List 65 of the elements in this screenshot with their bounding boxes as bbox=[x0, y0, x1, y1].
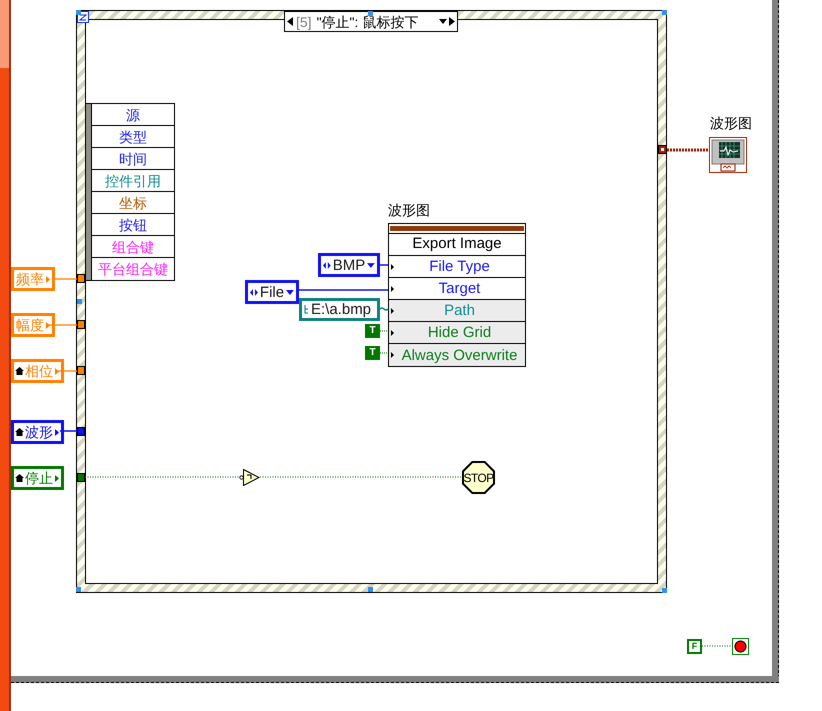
increment-arrows-icon bbox=[250, 288, 258, 296]
case-selector[interactable]: [5] "停止": 鼠标按下 bbox=[284, 11, 458, 32]
graph-label: 波形图 bbox=[710, 116, 752, 130]
case-index: [5] bbox=[296, 14, 312, 28]
event-data-field: 类型 bbox=[92, 126, 174, 148]
input-arrow-icon bbox=[391, 352, 394, 358]
arrow-icon bbox=[55, 368, 59, 374]
property-node[interactable]: Export Image File Type Target Path Hide Grid Always Overwrite bbox=[388, 223, 526, 367]
tunnel bbox=[658, 145, 667, 154]
arrow-icon bbox=[55, 474, 59, 482]
path-constant[interactable]: E:\a.bmp bbox=[299, 298, 380, 321]
selection-handle[interactable] bbox=[662, 10, 667, 15]
waveform-graph-icon[interactable] bbox=[709, 137, 747, 173]
event-data-field: 组合键 bbox=[92, 236, 174, 258]
left-arrow-icon[interactable] bbox=[287, 17, 293, 26]
input-arrow-icon bbox=[391, 308, 394, 314]
arrow-icon bbox=[46, 276, 50, 282]
property-name[interactable]: Target bbox=[394, 281, 525, 296]
tunnel bbox=[77, 320, 85, 329]
right-arrow-icon[interactable] bbox=[449, 17, 455, 26]
tunnel bbox=[77, 473, 85, 482]
selection-handle[interactable] bbox=[662, 588, 667, 593]
caret-icon bbox=[286, 290, 294, 294]
arrow-icon bbox=[46, 322, 50, 328]
tunnel bbox=[77, 366, 85, 375]
case-label: "停止": 鼠标按下 bbox=[316, 14, 418, 28]
selection-handle[interactable] bbox=[77, 299, 82, 304]
graph-label: 波形图 bbox=[388, 203, 430, 217]
selection-handle[interactable] bbox=[76, 587, 81, 592]
stop-condition-icon[interactable] bbox=[732, 638, 749, 655]
event-data-field: 控件引用 bbox=[92, 170, 174, 192]
caret-icon[interactable] bbox=[439, 19, 447, 24]
path-icon bbox=[304, 305, 309, 314]
wire bbox=[380, 264, 388, 266]
home-icon bbox=[15, 474, 24, 482]
ring-constant[interactable]: File bbox=[245, 280, 299, 304]
increment-arrows-icon bbox=[323, 262, 331, 268]
ring-constant[interactable]: BMP bbox=[318, 253, 380, 277]
boolean-constant[interactable]: T bbox=[365, 324, 380, 338]
boolean-constant[interactable]: T bbox=[365, 346, 380, 360]
wire bbox=[60, 430, 77, 432]
home-icon bbox=[15, 428, 24, 436]
event-data-field: 时间 bbox=[92, 148, 174, 170]
tunnel bbox=[77, 427, 85, 436]
event-data-field: 平台组合键 bbox=[92, 258, 174, 280]
boolean-constant[interactable]: F bbox=[687, 639, 702, 654]
property-name[interactable]: File Type bbox=[394, 259, 525, 274]
control-terminal[interactable]: 停止 bbox=[11, 466, 64, 490]
input-arrow-icon bbox=[391, 286, 394, 292]
arrow-icon bbox=[55, 428, 59, 436]
wire bbox=[380, 307, 388, 311]
input-arrow-icon bbox=[391, 330, 394, 336]
input-arrow-icon bbox=[391, 264, 394, 270]
wire bbox=[667, 148, 710, 152]
not-function-icon[interactable] bbox=[239, 469, 260, 486]
selection-handle[interactable] bbox=[368, 587, 373, 592]
control-terminal[interactable]: 波形 bbox=[11, 420, 64, 444]
event-data-field: 按钮 bbox=[92, 214, 174, 236]
selection-handle[interactable] bbox=[368, 11, 373, 16]
event-data-field: 源 bbox=[92, 104, 174, 126]
wire bbox=[380, 330, 388, 354]
home-icon bbox=[15, 367, 24, 375]
event-data-field: 坐标 bbox=[92, 192, 174, 214]
selection-handle[interactable] bbox=[76, 10, 81, 15]
caret-icon bbox=[367, 262, 375, 268]
